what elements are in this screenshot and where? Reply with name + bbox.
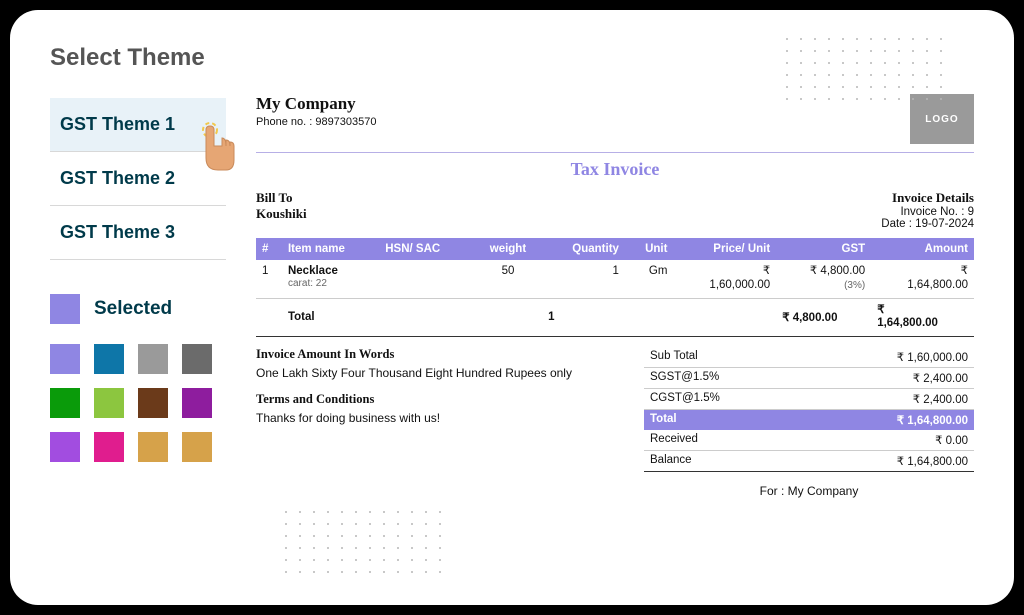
terms-label: Terms and Conditions: [256, 392, 374, 406]
col-hsn: HSN/ SAC: [379, 238, 474, 260]
selected-color-row: Selected: [50, 294, 226, 324]
summary-row: Received₹ 0.00: [644, 430, 974, 451]
theme-option-1[interactable]: GST Theme 1: [50, 98, 226, 152]
color-swatch-8[interactable]: [50, 432, 80, 462]
invoice-preview: My Company Phone no. : 9897303570 LOGO T…: [256, 44, 974, 585]
summary-row: SGST@1.5%₹ 2,400.00: [644, 368, 974, 389]
amount-words-label: Invoice Amount In Words: [256, 347, 394, 361]
page-title: Select Theme: [50, 44, 226, 72]
col-amount: Amount: [871, 238, 974, 260]
color-swatch-7[interactable]: [182, 388, 212, 418]
color-swatch-6[interactable]: [138, 388, 168, 418]
invoice-title: Tax Invoice: [256, 159, 974, 180]
selected-swatch: [50, 294, 80, 324]
color-palette: [50, 344, 226, 462]
table-row: 1 Necklace carat: 22 50 1 Gm ₹1,60,000.0…: [256, 260, 974, 298]
app-frame: Select Theme GST Theme 1 GST Theme 2 GST…: [10, 10, 1014, 605]
color-swatch-3[interactable]: [182, 344, 212, 374]
summary-row: Sub Total₹ 1,60,000.00: [644, 347, 974, 368]
color-swatch-10[interactable]: [138, 432, 168, 462]
items-table: # Item name HSN/ SAC weight Quantity Uni…: [256, 238, 974, 337]
col-idx: #: [256, 238, 282, 260]
color-swatch-5[interactable]: [94, 388, 124, 418]
color-swatch-4[interactable]: [50, 388, 80, 418]
summary-block: Sub Total₹ 1,60,000.00 SGST@1.5%₹ 2,400.…: [644, 347, 974, 498]
amount-words: One Lakh Sixty Four Thousand Eight Hundr…: [256, 366, 614, 380]
bill-to-block: Bill To Koushiki: [256, 190, 307, 230]
color-swatch-11[interactable]: [182, 432, 212, 462]
terms-text: Thanks for doing business with us!: [256, 411, 614, 425]
color-swatch-9[interactable]: [94, 432, 124, 462]
col-item: Item name: [282, 238, 379, 260]
summary-row: Balance₹ 1,64,800.00: [644, 451, 974, 472]
invoice-notes: Invoice Amount In Words One Lakh Sixty F…: [256, 347, 614, 498]
theme-list: GST Theme 1 GST Theme 2 GST Theme 3: [50, 98, 226, 260]
col-price: Price/ Unit: [673, 238, 776, 260]
col-weight: weight: [474, 238, 542, 260]
bill-to-name: Koushiki: [256, 206, 307, 221]
summary-total-row: Total₹ 1,64,800.00: [644, 410, 974, 430]
color-swatch-0[interactable]: [50, 344, 80, 374]
theme-option-2[interactable]: GST Theme 2: [50, 152, 226, 206]
color-swatch-2[interactable]: [138, 344, 168, 374]
col-qty: Quantity: [542, 238, 625, 260]
summary-row: CGST@1.5%₹ 2,400.00: [644, 389, 974, 410]
for-company: For : My Company: [644, 484, 974, 498]
col-unit: Unit: [625, 238, 674, 260]
theme-option-label: GST Theme 1: [60, 114, 175, 134]
col-gst: GST: [776, 238, 871, 260]
company-phone: Phone no. : 9897303570: [256, 116, 377, 128]
sidebar: Select Theme GST Theme 1 GST Theme 2 GST…: [50, 44, 226, 585]
table-total-row: Total 1 ₹ 4,800.00 ₹1,64,800.00: [256, 298, 974, 337]
bill-to-label: Bill To: [256, 190, 293, 205]
theme-option-label: GST Theme 3: [60, 222, 175, 242]
divider: [256, 152, 974, 153]
selected-label: Selected: [94, 298, 172, 320]
invoice-details-block: Invoice Details Invoice No. : 9 Date : 1…: [881, 190, 974, 230]
invoice-details-label: Invoice Details: [892, 190, 974, 205]
company-name: My Company: [256, 94, 377, 114]
item-subline: carat: 22: [288, 278, 327, 289]
theme-option-3[interactable]: GST Theme 3: [50, 206, 226, 260]
logo-placeholder: LOGO: [910, 94, 974, 144]
theme-option-label: GST Theme 2: [60, 168, 175, 188]
color-swatch-1[interactable]: [94, 344, 124, 374]
item-name: Necklace: [288, 265, 338, 277]
